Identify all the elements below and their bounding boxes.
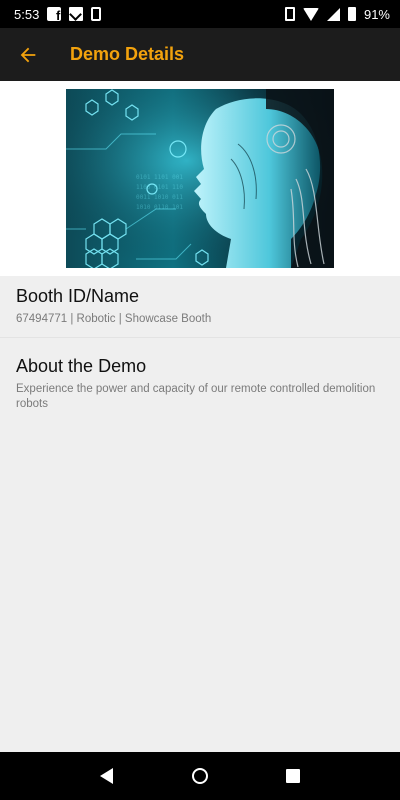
nav-back-button[interactable] bbox=[83, 752, 131, 800]
robot-head-image: 0101 1101 001 1100 0101 110 0011 1010 01… bbox=[66, 89, 334, 268]
about-title: About the Demo bbox=[16, 356, 147, 376]
robot-illustration: 0101 1101 001 1100 0101 110 0011 1010 01… bbox=[66, 89, 334, 268]
svg-text:1010 0110 101: 1010 0110 101 bbox=[136, 204, 183, 211]
system-nav-bar bbox=[0, 752, 400, 800]
svg-text:1100 0101 110: 1100 0101 110 bbox=[136, 184, 183, 191]
battery-icon bbox=[347, 7, 356, 21]
about-description: Experience the power and capacity of our… bbox=[16, 383, 376, 410]
svg-text:0011 1010 011: 0011 1010 011 bbox=[136, 194, 183, 201]
svg-text:0101 1101 001: 0101 1101 001 bbox=[136, 174, 183, 181]
hero-container: 0101 1101 001 1100 0101 110 0011 1010 01… bbox=[0, 81, 400, 276]
status-left: 5:53 bbox=[14, 6, 102, 23]
booth-section: Booth ID/Name 67494771 | Robotic | Showc… bbox=[0, 276, 400, 338]
signal-icon bbox=[326, 7, 340, 21]
booth-title: Booth ID/Name bbox=[16, 286, 140, 306]
battery-percent: 91% bbox=[363, 6, 390, 22]
arrow-left-icon bbox=[20, 47, 36, 62]
status-right: 91% bbox=[284, 6, 390, 22]
about-section: About the Demo Experience the power and … bbox=[0, 339, 400, 412]
nav-recent-button[interactable] bbox=[269, 752, 317, 800]
status-time: 5:53 bbox=[14, 6, 40, 22]
back-button[interactable] bbox=[0, 28, 56, 81]
facebook-notification-icon bbox=[47, 7, 62, 23]
triangle-back-icon bbox=[100, 768, 114, 784]
status-bar: 5:53 91% bbox=[0, 0, 400, 28]
nav-home-button[interactable] bbox=[176, 752, 224, 800]
page-title: Demo Details bbox=[70, 44, 185, 64]
wifi-icon bbox=[302, 7, 319, 21]
square-recent-icon bbox=[286, 769, 301, 783]
phone-notification-icon bbox=[91, 7, 102, 21]
circle-home-icon bbox=[191, 768, 208, 784]
app-bar: Demo Details bbox=[0, 28, 400, 81]
booth-subtitle: 67494771 | Robotic | Showcase Booth bbox=[16, 313, 212, 325]
vibrate-icon bbox=[284, 7, 295, 21]
gmail-notification-icon bbox=[69, 7, 84, 21]
